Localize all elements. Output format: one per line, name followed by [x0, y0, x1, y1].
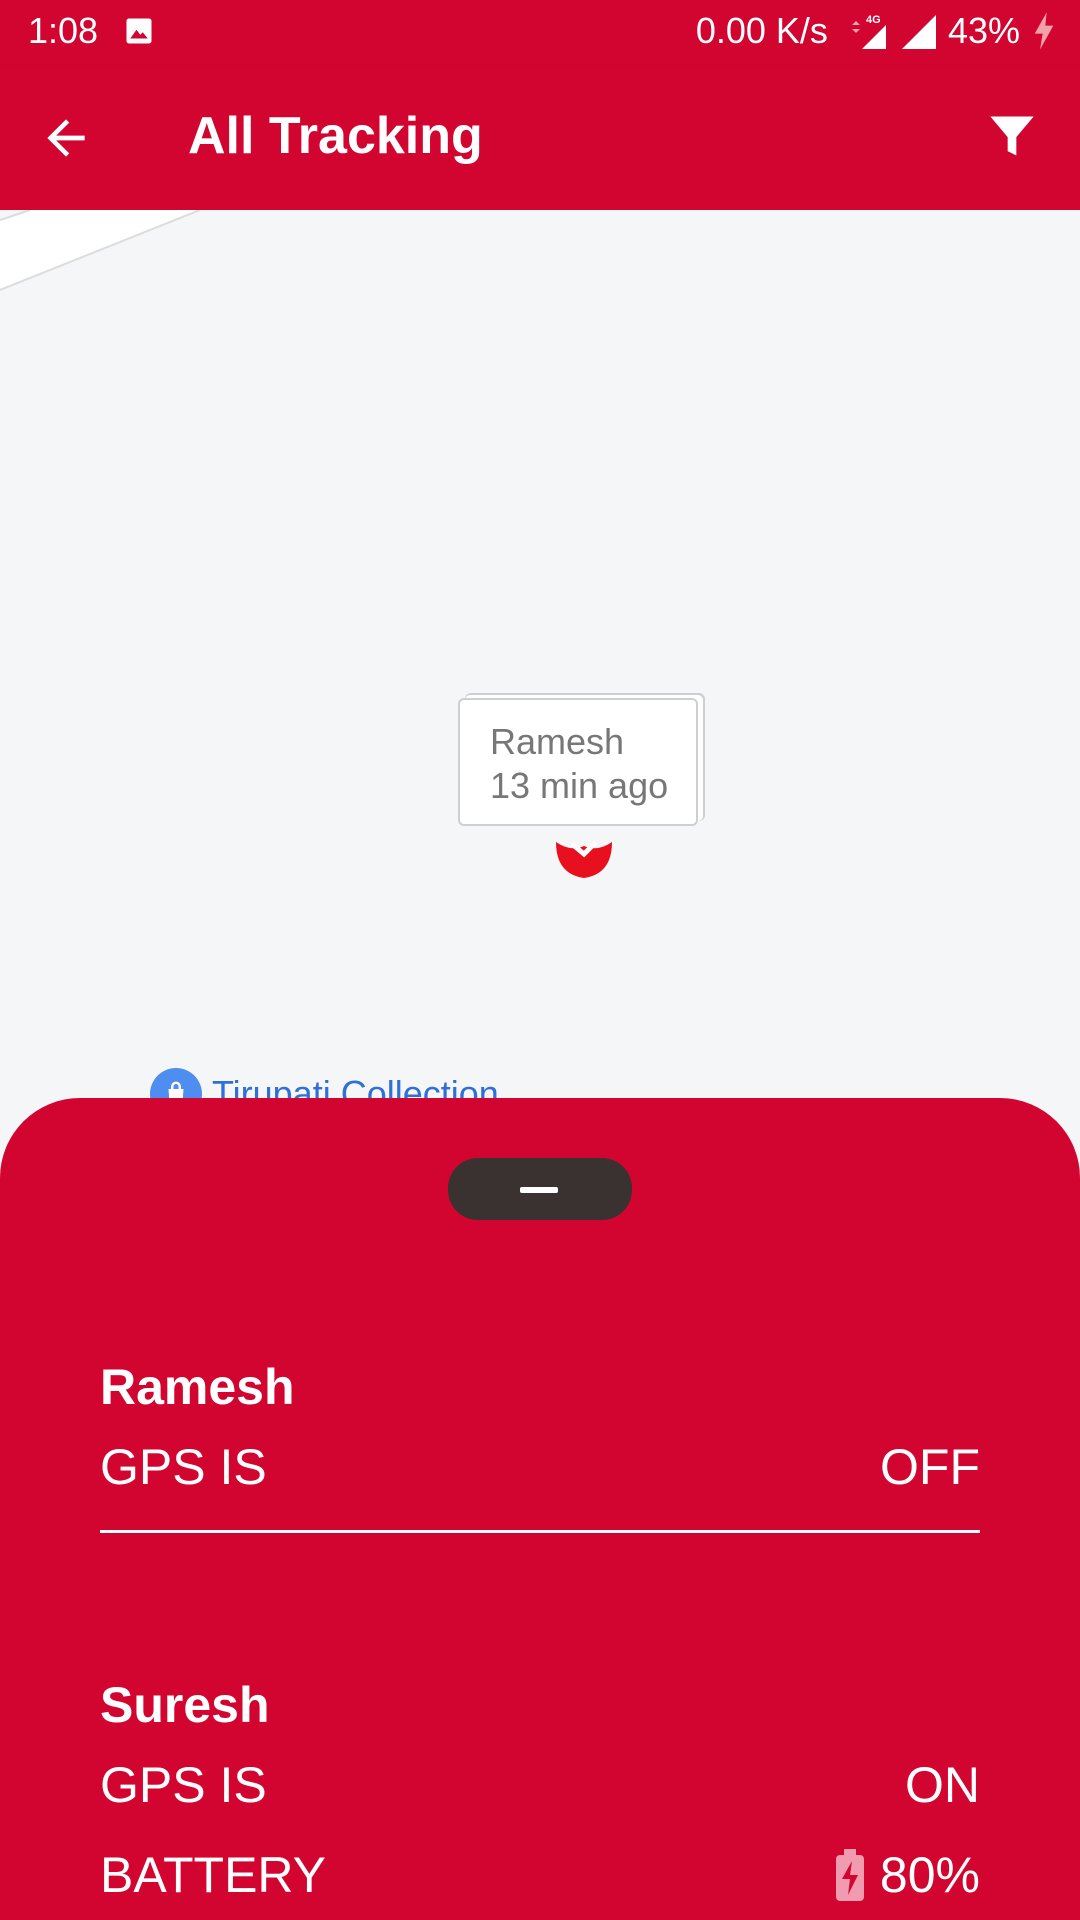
marker-name: Ramesh [490, 721, 625, 762]
back-button[interactable] [38, 110, 108, 170]
map-road [0, 210, 201, 291]
battery-value-group: 80% [835, 1830, 980, 1920]
status-bar: 1:08 0.00 K/s 4G 43% [0, 0, 1080, 66]
sheet-drag-handle[interactable] [448, 1158, 632, 1220]
gps-status-row: GPS IS ON [100, 1740, 980, 1830]
status-time: 1:08 [28, 10, 99, 51]
mobile-signal-4g-icon: 4G [851, 14, 886, 49]
divider [100, 1530, 980, 1533]
device-name: Suresh [100, 1677, 270, 1733]
bottom-sheet: Ramesh GPS IS OFF Suresh GPS IS ON BATTE… [0, 1098, 1080, 1920]
app-bar: All Tracking [0, 66, 1080, 210]
battery-label: BATTERY [100, 1847, 326, 1903]
filter-button[interactable] [986, 110, 1046, 170]
gps-label: GPS IS [100, 1757, 267, 1813]
device-name: Ramesh [100, 1359, 295, 1415]
arrow-left-icon [47, 119, 85, 157]
marker-info-window[interactable]: Ramesh 13 min ago [458, 698, 698, 826]
signal-icon [901, 15, 936, 49]
network-type-label: 4G [866, 14, 881, 26]
map-view[interactable]: Ramesh 13 min ago Tirupati Collection [0, 210, 1080, 1120]
gps-value: OFF [880, 1439, 980, 1495]
gps-status-row: GPS IS OFF [100, 1422, 980, 1512]
charging-icon [1034, 12, 1054, 50]
marker-time: 13 min ago [490, 765, 669, 806]
screen: 1:08 0.00 K/s 4G 43% All Tracking Ramesh… [0, 0, 1080, 1920]
page-title: All Tracking [188, 107, 483, 165]
device-card[interactable]: Ramesh GPS IS OFF [100, 1352, 980, 1533]
filter-icon [990, 116, 1034, 156]
gps-label: GPS IS [100, 1439, 267, 1495]
location-pin-icon[interactable] [552, 822, 616, 882]
gps-value: ON [905, 1757, 980, 1813]
battery-charging-icon [835, 1849, 864, 1901]
status-right: 0.00 K/s 4G 43% [696, 10, 1058, 52]
image-notification-icon [126, 18, 152, 44]
network-speed: 0.00 K/s [695, 10, 828, 51]
device-card[interactable]: Suresh GPS IS ON BATTERY 80% [100, 1670, 980, 1920]
battery-status-row: BATTERY 80% [100, 1830, 980, 1920]
battery-value: 80% [879, 1847, 980, 1903]
battery-percentage: 43% [947, 10, 1020, 51]
